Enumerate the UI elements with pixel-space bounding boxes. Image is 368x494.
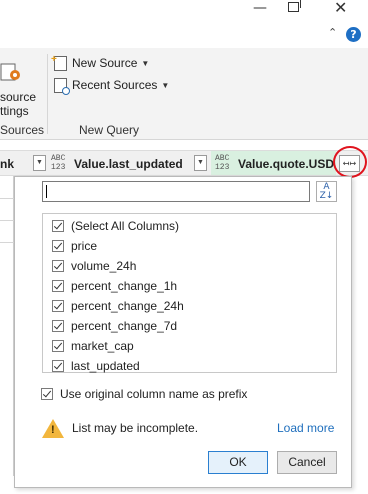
any-type-icon: ABC 123 — [51, 154, 66, 172]
load-more-link[interactable]: Load more — [277, 421, 334, 435]
column-header-strip: nk ▼ ABC 123 Value.last_updated ▼ ABC 12… — [0, 150, 368, 176]
list-item-label: percent_change_1h — [71, 279, 178, 293]
checkbox-checked[interactable] — [52, 280, 64, 292]
text-cursor — [46, 185, 47, 198]
checkbox-checked[interactable] — [52, 260, 64, 272]
ribbon-separator — [47, 54, 48, 134]
checkbox-checked[interactable] — [52, 320, 64, 332]
list-item-volume-24h[interactable]: volume_24h — [52, 257, 136, 275]
close-button[interactable]: ✕ — [334, 0, 347, 17]
sort-ascending-button[interactable]: A Z↓ — [316, 181, 337, 202]
list-item-percent-change-1h[interactable]: percent_change_1h — [52, 277, 177, 295]
cancel-button[interactable]: Cancel — [277, 451, 337, 474]
chevron-down-icon: ▼ — [141, 58, 150, 68]
checkbox-checked[interactable] — [52, 240, 64, 252]
list-item-label: last_updated — [71, 359, 140, 373]
list-item-label: percent_change_7d — [71, 319, 178, 333]
column-header-partial[interactable]: nk — [0, 157, 14, 171]
column-header-last-updated[interactable]: Value.last_updated — [74, 157, 183, 171]
checkbox-checked[interactable] — [52, 340, 64, 352]
expand-columns-panel: A Z↓ (Select All Columns) price volume_2… — [14, 176, 352, 488]
grid-row-line — [0, 242, 14, 243]
list-item-price[interactable]: price — [52, 237, 97, 255]
data-source-label-line1: source — [0, 90, 37, 104]
minimize-button[interactable]: — — [253, 0, 267, 16]
warning-icon: ! — [42, 418, 64, 438]
new-source-button[interactable]: + New Source ▼ — [51, 54, 150, 72]
new-source-label: New Source — [72, 56, 138, 70]
grid-row-line — [0, 198, 14, 199]
prefix-label: Use original column name as prefix — [60, 387, 248, 401]
checkbox-checked[interactable] — [52, 220, 64, 232]
search-columns-input[interactable] — [42, 181, 310, 202]
group-label-sources: Sources — [0, 123, 45, 137]
list-item-label: price — [71, 239, 98, 253]
any-type-icon: ABC 123 — [215, 154, 230, 172]
restore-button[interactable] — [288, 0, 301, 12]
group-label-new-query: New Query — [79, 123, 140, 137]
column-filter-dropdown[interactable]: ▼ — [33, 155, 46, 171]
list-item-label: percent_change_24h — [71, 299, 184, 313]
list-item-last-updated[interactable]: last_updated — [52, 357, 140, 375]
ribbon: source ttings Sources + New Source ▼ Rec… — [0, 48, 368, 140]
list-item-percent-change-7d[interactable]: percent_change_7d — [52, 317, 177, 335]
data-grid-edge — [0, 176, 14, 476]
recent-sources-icon — [54, 77, 70, 95]
column-list: (Select All Columns) price volume_24h pe… — [42, 213, 337, 373]
warning-text: List may be incomplete. — [72, 421, 199, 435]
help-icon[interactable]: ? — [346, 27, 361, 42]
window-controls: — ✕ ⌃ ? — [0, 0, 368, 48]
collapse-ribbon-icon[interactable]: ⌃ — [328, 26, 337, 39]
data-source-settings-button[interactable]: source ttings — [0, 90, 36, 118]
ok-button[interactable]: OK — [208, 451, 268, 474]
list-item-percent-change-24h[interactable]: percent_change_24h — [52, 297, 184, 315]
list-item-label: volume_24h — [71, 259, 137, 273]
use-prefix-option[interactable]: Use original column name as prefix — [41, 386, 247, 402]
new-source-icon: + — [51, 54, 67, 71]
recent-sources-button[interactable]: Recent Sources ▼ — [54, 76, 170, 95]
data-source-label-line2: ttings — [0, 104, 29, 118]
column-header-quote-usd[interactable]: Value.quote.USD — [238, 157, 334, 171]
prefix-checkbox[interactable] — [41, 388, 53, 400]
chevron-down-icon: ▼ — [161, 80, 170, 90]
list-item-label: (Select All Columns) — [71, 219, 180, 233]
sort-icon: A Z↓ — [319, 182, 334, 201]
recent-sources-label: Recent Sources — [72, 78, 158, 92]
incomplete-list-warning: ! List may be incomplete. — [42, 417, 198, 439]
grid-row-line — [0, 220, 14, 221]
checkbox-checked[interactable] — [52, 300, 64, 312]
data-source-settings-icon — [0, 63, 20, 81]
column-filter-dropdown[interactable]: ▼ — [194, 155, 207, 171]
list-item-select-all[interactable]: (Select All Columns) — [52, 217, 179, 235]
highlight-circle-annotation — [333, 146, 367, 178]
list-item-label: market_cap — [71, 339, 134, 353]
checkbox-checked[interactable] — [52, 360, 64, 372]
list-item-market-cap[interactable]: market_cap — [52, 337, 134, 355]
